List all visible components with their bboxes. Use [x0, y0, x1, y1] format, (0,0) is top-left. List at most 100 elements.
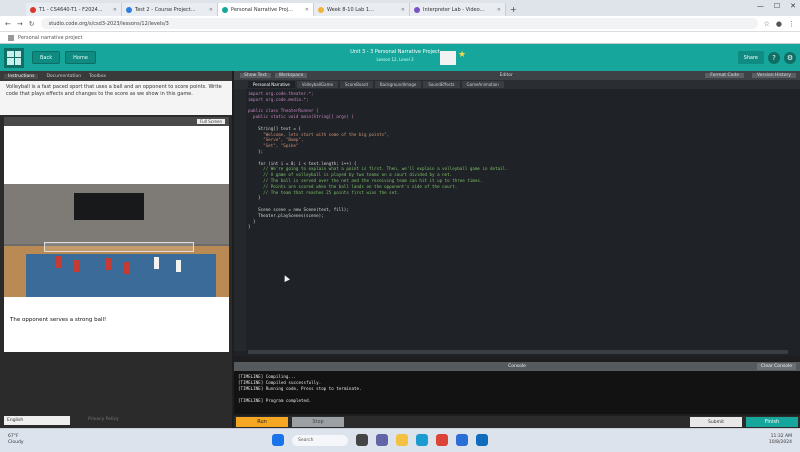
maximize-icon[interactable]: ☐	[774, 2, 780, 10]
instructions-panel: Instructions Documentation Toolbox Volle…	[0, 71, 232, 428]
close-icon[interactable]: ✕	[113, 7, 117, 13]
browser-tab[interactable]: T1 - CS4640-T1 - F2024... ✕	[26, 3, 122, 16]
address-bar-row: ← → ↻ studio.code.org/s/csd3-2023/lesson…	[0, 16, 800, 32]
page-title: Unit 3 - 3 Personal Narrative Project Le…	[340, 49, 450, 63]
bookmarks-bar: Personal narrative project	[0, 32, 800, 44]
share-button[interactable]: Share	[737, 51, 764, 64]
show-text-button[interactable]: Show Text	[240, 73, 271, 78]
console-panel: Console Clear Console [TIMELINE] Compili…	[234, 362, 800, 414]
language-select[interactable]: English	[4, 416, 70, 425]
editor-label: Editor	[499, 73, 513, 78]
instructions-tabs: Instructions Documentation Toolbox	[0, 71, 232, 81]
browser-tab-active[interactable]: Personal Narrative Proj... ✕	[218, 3, 314, 16]
tab-toolbox[interactable]: Toolbox	[89, 74, 106, 79]
preview-card: Full Screen The opponent serves a strong…	[4, 117, 229, 352]
tab-label: Week 8-10 Lab 1...	[327, 6, 374, 13]
console-title: Console	[508, 364, 526, 369]
new-tab-icon[interactable]: +	[510, 5, 517, 14]
close-icon[interactable]: ✕	[305, 7, 309, 13]
taskbar-apps: Search	[272, 434, 488, 446]
reload-icon[interactable]: ↻	[29, 20, 35, 28]
tab-label: T1 - CS4640-T1 - F2024...	[39, 6, 103, 13]
file-explorer-icon[interactable]	[396, 434, 408, 446]
avatar[interactable]	[440, 51, 456, 65]
file-tab[interactable]: VolleyballGame	[296, 81, 338, 88]
file-tab[interactable]: Personal Narrative	[248, 81, 295, 88]
project-title: Unit 3 - 3 Personal Narrative Project	[350, 49, 440, 55]
browser-tab[interactable]: Week 8-10 Lab 1... ✕	[314, 3, 410, 16]
favicon-icon	[414, 6, 420, 13]
clear-console-button[interactable]: Clear Console	[756, 363, 796, 370]
app-header: Back Home Unit 3 - 3 Personal Narrative …	[0, 44, 800, 71]
back-button[interactable]: Back	[32, 51, 61, 64]
browser-tab[interactable]: Test 2 - Course Project... ✕	[122, 3, 218, 16]
file-tab[interactable]: GameAnimation	[461, 81, 504, 88]
horizontal-scrollbar[interactable]	[248, 350, 788, 354]
header-actions: Share ? ⚙	[737, 51, 796, 64]
volleyball-scene-image	[4, 184, 229, 297]
close-icon[interactable]: ✕	[209, 7, 213, 13]
close-icon[interactable]: ✕	[401, 7, 405, 13]
home-button[interactable]: Home	[65, 51, 96, 64]
workspace-button[interactable]: Workspace	[274, 73, 308, 78]
submit-button[interactable]: Submit	[690, 417, 742, 427]
code-text-area[interactable]: import org.code.theater.*; import org.cod…	[248, 91, 796, 341]
finish-button[interactable]: Finish	[746, 417, 798, 427]
trophy-icon: ★	[458, 50, 467, 60]
start-icon[interactable]	[272, 434, 284, 446]
profile-icon[interactable]: ●	[776, 20, 782, 28]
action-bar: Run Stop Submit Finish	[234, 416, 800, 428]
code-org-logo[interactable]	[4, 47, 24, 68]
favicon-icon	[318, 6, 324, 13]
tab-label: Test 2 - Course Project...	[135, 6, 196, 13]
privacy-link[interactable]: Privacy Policy	[88, 417, 119, 422]
favicon-icon	[30, 6, 36, 13]
code-line: }	[248, 224, 251, 230]
url-field[interactable]: studio.code.org/s/csd3-2023/lessons/12/l…	[40, 18, 758, 29]
star-icon[interactable]: ☆	[764, 20, 770, 28]
browser-tab[interactable]: Interpreter Lab - Video... ✕	[410, 3, 506, 16]
run-button[interactable]: Run	[236, 417, 288, 427]
system-clock[interactable]: 11:32 AM 10/8/2024	[769, 434, 792, 446]
file-tab[interactable]: BackgroundImage	[374, 81, 422, 88]
version-history-button[interactable]: Version History	[752, 73, 796, 78]
edge-icon[interactable]	[416, 434, 428, 446]
mail-icon[interactable]	[476, 434, 488, 446]
favicon-icon	[126, 6, 132, 13]
help-icon[interactable]: ?	[768, 51, 780, 64]
close-window-icon[interactable]: ✕	[790, 2, 796, 10]
file-tab[interactable]: SoundEffects	[423, 81, 460, 88]
format-code-button[interactable]: Format Code	[705, 73, 744, 78]
code-editor: Show Text Workspace Editor Format Code V…	[234, 71, 800, 356]
weather-desc: Cloudy	[8, 440, 24, 445]
tab-documentation[interactable]: Documentation	[46, 74, 81, 79]
stop-button[interactable]: Stop	[292, 417, 344, 427]
editor-toolbar: Show Text Workspace Editor Format Code V…	[234, 71, 800, 80]
file-tab[interactable]: ScoreBoard	[339, 81, 373, 88]
weather-widget[interactable]: 67°F Cloudy	[8, 434, 24, 446]
chrome-icon[interactable]	[436, 434, 448, 446]
console-line: [TIMELINE] Program completed.	[238, 398, 312, 403]
forward-arrow-icon[interactable]: →	[17, 20, 23, 28]
file-tabs: Personal Narrative VolleyballGame ScoreB…	[234, 80, 800, 89]
store-icon[interactable]	[456, 434, 468, 446]
minimize-icon[interactable]: —	[757, 2, 764, 10]
back-arrow-icon[interactable]: ←	[5, 20, 11, 28]
settings-icon[interactable]: ⚙	[784, 51, 796, 64]
clock-date: 10/8/2024	[768, 440, 792, 445]
close-icon[interactable]: ✕	[497, 7, 501, 13]
instructions-text: Volleyball is a fast paced sport that us…	[0, 81, 232, 115]
full-screen-button[interactable]: Full Screen	[197, 119, 225, 124]
tab-instructions[interactable]: Instructions	[4, 73, 39, 79]
project-subtitle: Lesson 12, Level 3	[376, 57, 414, 62]
task-view-icon[interactable]	[356, 434, 368, 446]
teams-icon[interactable]	[376, 434, 388, 446]
scene-caption: The opponent serves a strong ball!	[10, 317, 107, 323]
console-header: Console Clear Console	[234, 362, 800, 371]
menu-icon[interactable]: ⋮	[788, 20, 795, 28]
bookmark-link[interactable]: Personal narrative project	[18, 35, 83, 41]
bookmark-icon	[8, 34, 14, 41]
taskbar-search[interactable]: Search	[292, 434, 348, 446]
window-controls: — ☐ ✕	[757, 2, 796, 10]
preview-toolbar: Full Screen	[4, 117, 229, 126]
